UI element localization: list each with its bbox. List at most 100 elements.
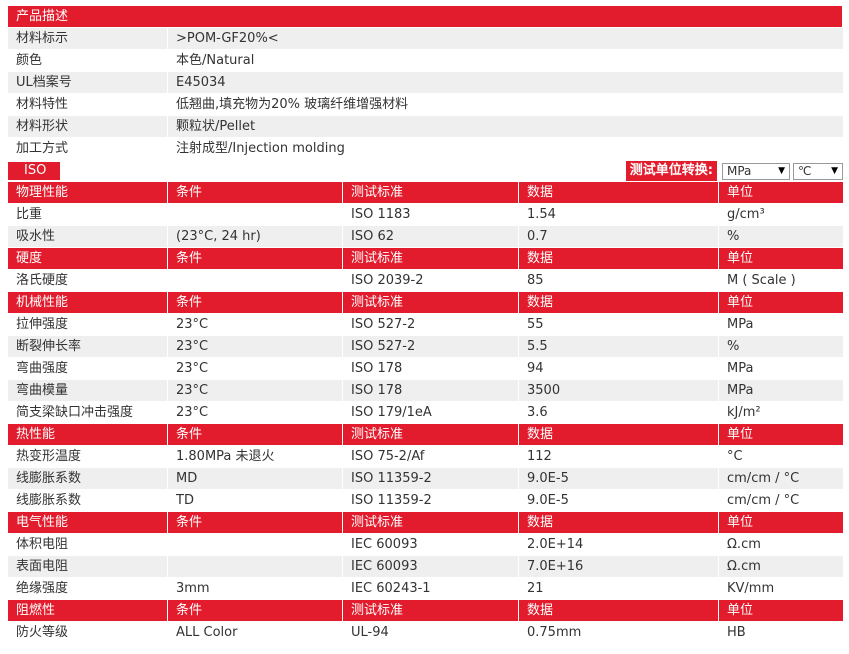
desc-value: E45034 xyxy=(176,75,226,90)
header-unit: 单位 xyxy=(727,185,754,200)
table-row: 简支梁缺口冲击强度 23°C ISO 179/1eA 3.6 kJ/m² xyxy=(8,402,843,424)
unit-converter: 测试单位转换: MPa ▼ ℃ ▼ xyxy=(625,160,843,182)
cell-value: 9.0E-5 xyxy=(519,468,719,489)
table-row: 吸水性 (23°C, 24 hr) ISO 62 0.7% xyxy=(8,226,843,248)
cell-standard: ISO 1183 xyxy=(343,204,519,225)
temp-unit-select[interactable]: ℃ ▼ xyxy=(793,162,843,180)
desc-table: 材料标示 >POM-GF20%< 颜色 本色/Natural UL档案号 E45034 材料… xyxy=(8,28,843,160)
cell-condition: 23°C xyxy=(168,358,343,379)
cell-condition xyxy=(168,204,343,225)
iso-badge[interactable]: ISO xyxy=(8,162,61,180)
cell-property: 体积电阻 xyxy=(8,534,168,555)
header-value: 数据 xyxy=(519,182,719,203)
cell-standard: ISO 179/1eA xyxy=(343,402,519,423)
table-row: 比重 ISO 1183 1.54 g/cm³ xyxy=(8,204,843,226)
cell-property: 弯曲模量 xyxy=(8,380,168,401)
desc-label: 颜色 xyxy=(8,50,168,71)
cell-condition: 23°C xyxy=(168,380,343,401)
section-header: 电气性能 条件 测试标准 数据 单位 xyxy=(8,512,843,534)
table-row: 弯曲强度 23°C ISO 178 94 MPa xyxy=(8,358,843,380)
cell-property: 简支梁缺口冲击强度 xyxy=(8,402,168,423)
unit-label: 测试单位转换: xyxy=(625,161,717,181)
cell-property: 吸水性 xyxy=(8,226,168,247)
table-row: 线膨胀系数 MD ISO 11359-2 9.0E-5 cm/cm / °C xyxy=(8,468,843,490)
section-header: 物理性能 条件 测试标准 数据 单位 xyxy=(8,182,843,204)
cell-property: 线膨胀系数 xyxy=(8,490,168,511)
header-condition: 条件 xyxy=(168,248,343,269)
section-header: 机械性能 条件 测试标准 数据 单位 xyxy=(8,292,843,314)
header-unit: 单位 xyxy=(727,295,754,310)
cell-value: 9.0E-5 xyxy=(519,490,719,511)
datasheet: 产品描述 材料标示 >POM-GF20%< 颜色 本色/Natural UL档案号 E45… xyxy=(8,6,843,644)
desc-row: UL档案号 E45034 xyxy=(8,72,843,94)
cell-value: 7.0E+16 xyxy=(519,556,719,577)
header-standard: 测试标准 xyxy=(343,600,519,621)
cell-property: 热变形温度 xyxy=(8,446,168,467)
header-unit: 单位 xyxy=(727,515,754,530)
table-row: 拉伸强度 23°C ISO 527-2 55 MPa xyxy=(8,314,843,336)
desc-value: 本色/Natural xyxy=(176,53,255,68)
header-value: 数据 xyxy=(519,248,719,269)
cell-standard: ISO 75-2/Af xyxy=(343,446,519,467)
table-row: 绝缘强度 3mm IEC 60243-1 21 KV/mm xyxy=(8,578,843,600)
header-value: 数据 xyxy=(519,292,719,313)
desc-label: 材料形状 xyxy=(8,116,168,137)
cell-unit: kJ/m² xyxy=(727,405,761,420)
cell-standard: IEC 60093 xyxy=(343,556,519,577)
header-standard: 测试标准 xyxy=(343,292,519,313)
chevron-down-icon: ▼ xyxy=(778,165,785,176)
desc-value: 注射成型/Injection molding xyxy=(176,141,345,156)
header-unit: 单位 xyxy=(727,427,754,442)
cell-property: 断裂伸长率 xyxy=(8,336,168,357)
cell-value: 2.0E+14 xyxy=(519,534,719,555)
desc-row: 颜色 本色/Natural xyxy=(8,50,843,72)
desc-label: 材料标示 xyxy=(8,28,168,49)
cell-unit: MPa xyxy=(727,361,754,376)
desc-value: 颗粒状/Pellet xyxy=(176,119,256,134)
cell-unit: cm/cm / °C xyxy=(727,493,800,508)
cell-value: 21 xyxy=(519,578,719,599)
cell-value: 5.5 xyxy=(519,336,719,357)
cell-unit: MPa xyxy=(727,383,754,398)
cell-value: 94 xyxy=(519,358,719,379)
header-standard: 测试标准 xyxy=(343,424,519,445)
table-row: 断裂伸长率 23°C ISO 527-2 5.5% xyxy=(8,336,843,358)
header-condition: 条件 xyxy=(168,182,343,203)
header-value: 数据 xyxy=(519,424,719,445)
cell-property: 弯曲强度 xyxy=(8,358,168,379)
header-condition: 条件 xyxy=(168,512,343,533)
cell-standard: ISO 527-2 xyxy=(343,336,519,357)
cell-condition: 23°C xyxy=(168,402,343,423)
pressure-unit-select[interactable]: MPa ▼ xyxy=(722,162,790,180)
desc-value: >POM-GF20%< xyxy=(176,31,279,46)
cell-condition: 3mm xyxy=(168,578,343,599)
cell-standard: ISO 178 xyxy=(343,358,519,379)
cell-unit: KV/mm xyxy=(727,581,775,596)
cell-standard: IEC 60093 xyxy=(343,534,519,555)
header-standard: 测试标准 xyxy=(343,182,519,203)
header-property: 硬度 xyxy=(8,248,168,269)
cell-value: 3500 xyxy=(519,380,719,401)
cell-unit: HB xyxy=(727,625,746,640)
cell-unit: % xyxy=(727,339,740,354)
iso-bar: ISO 测试单位转换: MPa ▼ ℃ ▼ xyxy=(8,160,843,182)
header-property: 阻燃性 xyxy=(8,600,168,621)
header-condition: 条件 xyxy=(168,600,343,621)
header-property: 热性能 xyxy=(8,424,168,445)
cell-unit: M ( Scale ) xyxy=(727,273,796,288)
property-tables: 物理性能 条件 测试标准 数据 单位 比重 ISO 1183 1.54 g/cm³ 吸水性 (23°… xyxy=(8,182,843,644)
desc-label: 加工方式 xyxy=(8,138,168,159)
cell-unit: Ω.cm xyxy=(727,537,761,552)
header-standard: 测试标准 xyxy=(343,248,519,269)
header-property: 电气性能 xyxy=(8,512,168,533)
cell-value: 3.6 xyxy=(519,402,719,423)
cell-standard: ISO 62 xyxy=(343,226,519,247)
cell-standard: ISO 11359-2 xyxy=(343,490,519,511)
cell-standard: ISO 11359-2 xyxy=(343,468,519,489)
cell-property: 绝缘强度 xyxy=(8,578,168,599)
cell-property: 拉伸强度 xyxy=(8,314,168,335)
cell-condition: 23°C xyxy=(168,336,343,357)
cell-condition: (23°C, 24 hr) xyxy=(168,226,343,247)
cell-value: 85 xyxy=(519,270,719,291)
cell-standard: ISO 527-2 xyxy=(343,314,519,335)
